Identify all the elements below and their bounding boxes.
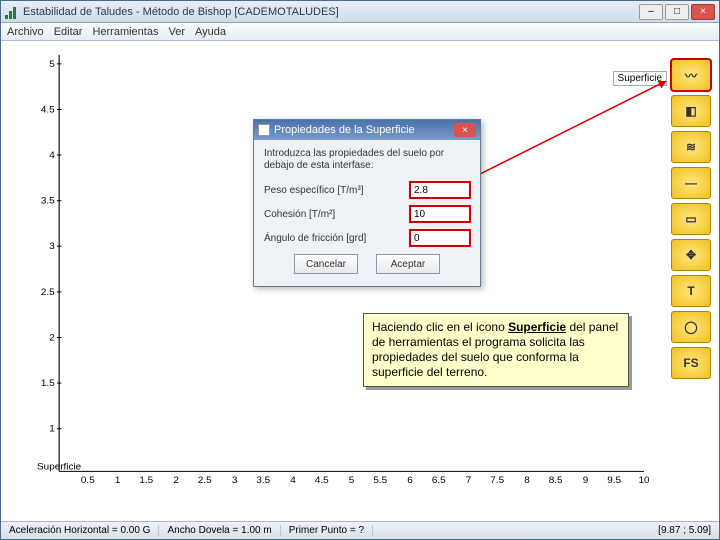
svg-text:5: 5: [349, 476, 355, 486]
svg-text:4.5: 4.5: [41, 105, 55, 115]
menu-ver[interactable]: Ver: [168, 26, 185, 38]
input-angulo[interactable]: [410, 230, 470, 246]
svg-text:8: 8: [524, 476, 530, 486]
statusbar: Aceleración Horizontal = 0.00 G Ancho Do…: [1, 521, 719, 539]
callout-box: Haciendo clic en el icono Superficie del…: [363, 313, 629, 387]
status-prompt: Primer Punto = ?: [281, 525, 373, 536]
svg-text:9.5: 9.5: [607, 476, 621, 486]
circle-icon: ◯: [684, 320, 697, 334]
svg-text:1.5: 1.5: [41, 379, 55, 389]
accept-button[interactable]: Aceptar: [376, 254, 440, 274]
callout-pre: Haciendo clic en el icono: [372, 320, 508, 334]
svg-text:4.5: 4.5: [315, 476, 329, 486]
svg-text:5.5: 5.5: [373, 476, 387, 486]
svg-text:1: 1: [115, 476, 121, 486]
dialog-title-text: Propiedades de la Superficie: [274, 124, 415, 136]
tool-panel: 〰 ◧ ≋ — ▭ ✥ T ◯ FS: [671, 59, 711, 379]
window-title: Estabilidad de Taludes - Método de Bisho…: [23, 6, 639, 18]
dialog-icon: [258, 124, 270, 136]
tool-fs-button[interactable]: FS: [671, 347, 711, 379]
label-angulo: Ángulo de fricción [grd]: [264, 233, 410, 244]
cancel-button[interactable]: Cancelar: [294, 254, 358, 274]
svg-text:1.5: 1.5: [139, 476, 153, 486]
dialog-instruction: Introduzca las propiedades del suelo por…: [264, 148, 470, 172]
menubar: Archivo Editar Herramientas Ver Ayuda: [1, 23, 719, 41]
water-icon: ≋: [686, 140, 696, 154]
client-area: 5 4.5 4 3.5 3 2.5 2 1.5 1 0.5 1 1.5 2 2.…: [1, 41, 719, 521]
status-coords: [9.87 ; 5.09]: [650, 525, 719, 536]
tool-surface-button[interactable]: 〰: [671, 59, 711, 91]
maximize-button[interactable]: □: [665, 4, 689, 20]
properties-dialog: Propiedades de la Superficie × Introduzc…: [253, 119, 481, 287]
grid-icon: ▭: [685, 212, 696, 226]
svg-text:3.5: 3.5: [41, 196, 55, 206]
svg-text:10: 10: [638, 476, 649, 486]
tool-circle-button[interactable]: ◯: [671, 311, 711, 343]
tool-tooltip: Superficie: [613, 71, 667, 86]
svg-text:9: 9: [583, 476, 589, 486]
menu-archivo[interactable]: Archivo: [7, 26, 44, 38]
input-peso[interactable]: [410, 182, 470, 198]
center-icon: ✥: [686, 248, 696, 262]
minimize-button[interactable]: –: [639, 4, 663, 20]
svg-text:0.5: 0.5: [81, 476, 95, 486]
status-accel: Aceleración Horizontal = 0.00 G: [1, 525, 159, 536]
titlebar: Estabilidad de Taludes - Método de Bisho…: [1, 1, 719, 23]
tool-water-button[interactable]: ≋: [671, 131, 711, 163]
window-buttons: – □ ×: [639, 4, 715, 20]
callout-bold: Superficie: [508, 320, 566, 334]
svg-text:7.5: 7.5: [490, 476, 504, 486]
svg-text:7: 7: [466, 476, 472, 486]
dialog-body: Introduzca las propiedades del suelo por…: [254, 140, 480, 286]
menu-editar[interactable]: Editar: [54, 26, 83, 38]
input-cohesion[interactable]: [410, 206, 470, 222]
svg-text:6.5: 6.5: [432, 476, 446, 486]
text-icon: T: [687, 284, 694, 298]
svg-text:3.5: 3.5: [256, 476, 270, 486]
tool-line-button[interactable]: —: [671, 167, 711, 199]
tool-text-button[interactable]: T: [671, 275, 711, 307]
svg-text:3: 3: [49, 242, 55, 252]
svg-text:4: 4: [290, 476, 296, 486]
svg-text:4: 4: [49, 150, 55, 160]
tool-grid-button[interactable]: ▭: [671, 203, 711, 235]
svg-text:5: 5: [49, 59, 55, 69]
dialog-close-button[interactable]: ×: [454, 123, 476, 137]
label-peso: Peso específico [T/m³]: [264, 185, 410, 196]
status-dovela: Ancho Dovela = 1.00 m: [159, 525, 280, 536]
surface-icon: 〰: [685, 67, 697, 84]
svg-text:2.5: 2.5: [41, 287, 55, 297]
dialog-titlebar[interactable]: Propiedades de la Superficie ×: [254, 120, 480, 140]
svg-text:8.5: 8.5: [549, 476, 563, 486]
svg-text:2: 2: [49, 333, 55, 343]
tool-halfspace-button[interactable]: ◧: [671, 95, 711, 127]
svg-text:3: 3: [232, 476, 238, 486]
fs-icon: FS: [683, 356, 698, 370]
menu-herramientas[interactable]: Herramientas: [92, 26, 158, 38]
line-icon: —: [685, 176, 697, 190]
app-window: Estabilidad de Taludes - Método de Bisho…: [0, 0, 720, 540]
menu-ayuda[interactable]: Ayuda: [195, 26, 226, 38]
axis-annotation: Superficie: [37, 462, 81, 472]
svg-text:6: 6: [407, 476, 413, 486]
halfspace-icon: ◧: [685, 104, 696, 118]
tool-center-button[interactable]: ✥: [671, 239, 711, 271]
close-button[interactable]: ×: [691, 4, 715, 20]
label-cohesion: Cohesión [T/m²]: [264, 209, 410, 220]
app-icon: [5, 5, 19, 19]
svg-text:2: 2: [173, 476, 179, 486]
svg-text:2.5: 2.5: [198, 476, 212, 486]
svg-text:1: 1: [49, 424, 55, 434]
